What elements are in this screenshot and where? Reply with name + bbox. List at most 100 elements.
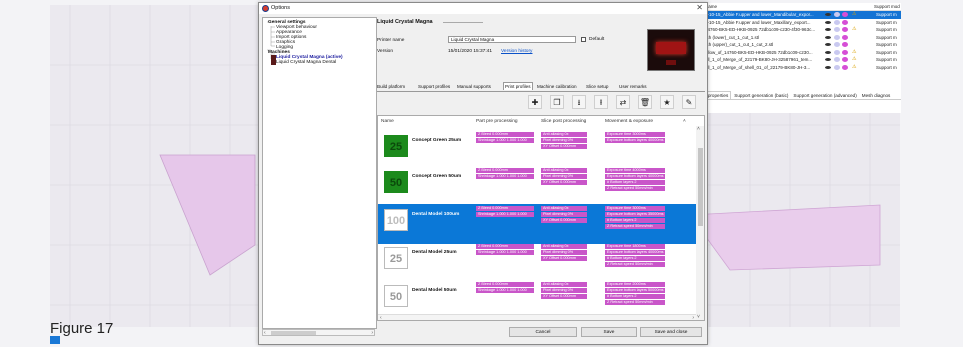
setting-tag: Shrinkage 1.000 1.000 1.000 [476,212,534,217]
tab-print-profiles[interactable]: Print profiles [503,82,533,90]
version-history-link[interactable]: Version history [501,49,532,54]
support-dot-icon [842,27,848,32]
object-name: ellow_of_14760-BK5-ED-HKB-0925 72db1c09-… [705,49,813,55]
tab-support-profiles[interactable]: Support profiles [418,84,450,89]
profile-row[interactable]: 100 Dental Model 100um Z Bleed 0.000mm Shri… [378,204,696,244]
tree-item[interactable]: Logging [276,45,293,50]
setting-tag: Z Retract speed 50mm/min [605,186,665,191]
profile-name: Concept Green 25um [412,138,462,143]
delete-icon[interactable]: 🗑 [638,95,652,109]
properties-tab[interactable]: Mesh diagnos [860,92,893,99]
default-label: Default [589,37,605,42]
setting-tag: # Bottom layers 2 [605,294,665,299]
profile-row[interactable]: 25 Concept Green 25um Z Bleed 0.000mm Shrin… [378,130,696,170]
dialog-title: Options [271,5,290,11]
support-mode: Support m [876,49,897,55]
column-header[interactable]: Part pre processing [476,119,518,124]
setting-tag: Z Bleed 0.000mm [476,132,534,137]
visibility-icon[interactable] [825,20,831,24]
star-icon[interactable]: ★ [660,95,674,109]
profiles-horizontal-scrollbar[interactable]: ‹ › [378,314,696,320]
close-icon[interactable]: ✕ [696,3,703,12]
scroll-up-icon[interactable]: ˄ [697,126,700,132]
scroll-left-icon[interactable]: ‹ [380,315,382,320]
tree-horizontal-scrollbar[interactable]: ‹ › [262,329,375,336]
compare-icon[interactable]: ⇄ [616,95,630,109]
object-row[interactable]: rch (upper)_cut_1_cut_1_cut_2.stl Support… [701,41,901,49]
scroll-right-icon[interactable]: › [371,330,373,336]
setting-tag: # Bottom layers 2 [605,256,665,261]
caption-marker [50,336,60,344]
scroll-left-icon[interactable]: ‹ [264,330,266,336]
visibility-icon[interactable] [825,50,831,54]
object-row[interactable]: ellow_of_14760-BK5-ED-HKB-0925 72db1c09-… [701,49,901,57]
status-dot-icon [834,42,840,47]
properties-tab[interactable]: Support generation (advanced) [791,92,858,99]
visibility-icon[interactable] [825,58,831,61]
profile-name: Dental Model 100um [412,212,460,217]
object-name: rch (lower)_cut_1_cut_1.stl [705,34,760,40]
title-divider [443,22,483,23]
setting-tag: XY Offset 0.000mm [541,180,587,185]
object-name: ell_1_of_Merge_of_22179-BK80-JH-32587961… [705,57,813,62]
object-row[interactable]: ell_1_of_Merge_of_shell_01_of_22179-BK80… [701,64,901,72]
profile-row[interactable]: 25 Dental Model 25um Z Bleed 0.000mm Shrink… [378,242,696,282]
save-and-close-button[interactable]: Save and close [640,327,702,337]
properties-tab[interactable]: Support generation (basic) [732,92,790,99]
edit-icon[interactable]: ✎ [682,95,696,109]
visibility-icon[interactable] [825,28,831,31]
tab-user-remarks[interactable]: User remarks [619,84,647,89]
display-glow [656,42,686,54]
visibility-icon[interactable] [825,65,831,69]
column-header[interactable]: Name [381,119,394,124]
tab-machine-calibration[interactable]: Machine calibration [537,84,577,89]
profile-name: Dental Model 25um [412,250,457,255]
visibility-icon[interactable] [825,43,831,46]
app-icon [262,5,269,12]
profile-thumbnail: 100 [384,209,408,231]
setting-tag: Exposure bottom layers 40000ms [605,174,665,179]
object-row[interactable]: 4-10-15_Abbie F.upper and lower_Maxillar… [701,19,901,27]
tree-item[interactable]: Liquid Crystal Magna Dental [276,60,336,65]
tab-manual-supports[interactable]: Manual supports [457,84,491,89]
profile-row[interactable]: 50 Concept Green 50um Z Bleed 0.000mm Shrin… [378,166,696,206]
column-support-header[interactable]: Support mod [874,4,900,9]
add-icon[interactable]: ✚ [528,95,542,109]
cancel-button[interactable]: Cancel [509,327,577,337]
printer-name-field[interactable]: Liquid Crystal Magna [448,36,576,43]
column-header[interactable]: Slice post processing [541,119,586,124]
tab-build-platform[interactable]: Build platform [377,84,405,89]
scroll-right-icon[interactable]: › [692,315,694,320]
warning-icon: ⚠ [852,26,857,32]
export-icon[interactable]: ⭱ [594,95,608,109]
setting-tag: Anti aliasing 0x [541,282,587,287]
setting-tag: Exposure bottom layers 40000ms [605,138,665,143]
profiles-vertical-scrollbar[interactable]: ˄ ˅ [696,126,704,320]
copy-icon[interactable]: ❐ [550,95,564,109]
object-row[interactable]: 4-10-15_Abbie F.upper and lower_Mandibul… [701,11,901,19]
setting-tag: Pixel dimming 0% [541,212,587,217]
default-checkbox[interactable] [581,37,586,42]
object-row[interactable]: rch (lower)_cut_1_cut_1.stl Support m [701,34,901,42]
status-dot-icon [834,27,840,32]
tab-slice-setup[interactable]: Slice setup [586,84,608,89]
object-row[interactable]: ell_1_of_Merge_of_22179-BK80-JH-32587961… [701,56,901,64]
visibility-icon[interactable] [825,13,831,16]
scroll-thumb[interactable] [271,331,316,335]
object-name: ell_1_of_Merge_of_shell_01_of_22179-BK80… [705,64,811,70]
import-icon[interactable]: ⭳ [572,95,586,109]
setting-tag: Exposure time 2000ms [605,282,665,287]
machine-settings-panel: Liquid Crystal Magna Printer name Liquid… [377,15,705,329]
collapse-icon[interactable]: ˄ [683,119,686,124]
visibility-icon[interactable] [825,35,831,39]
column-header[interactable]: Movement & exposure [605,119,653,124]
setting-tag: Exposure time 1800ms [605,244,665,249]
object-row[interactable]: 14760-BK5-ED-HKB-0925 72db1c09-c230-4f30… [701,26,901,34]
scroll-down-icon[interactable]: ˅ [697,314,700,320]
setting-tag: XY Offset 0.000mm [541,256,587,261]
setting-tag: Z Bleed 0.000mm [476,168,534,173]
scroll-thumb[interactable] [698,148,703,226]
save-button[interactable]: Save [581,327,637,337]
setting-tag: Exposure bottom layers 35000ms [605,212,665,217]
setting-tag: Exposure time 3000ms [605,132,665,137]
